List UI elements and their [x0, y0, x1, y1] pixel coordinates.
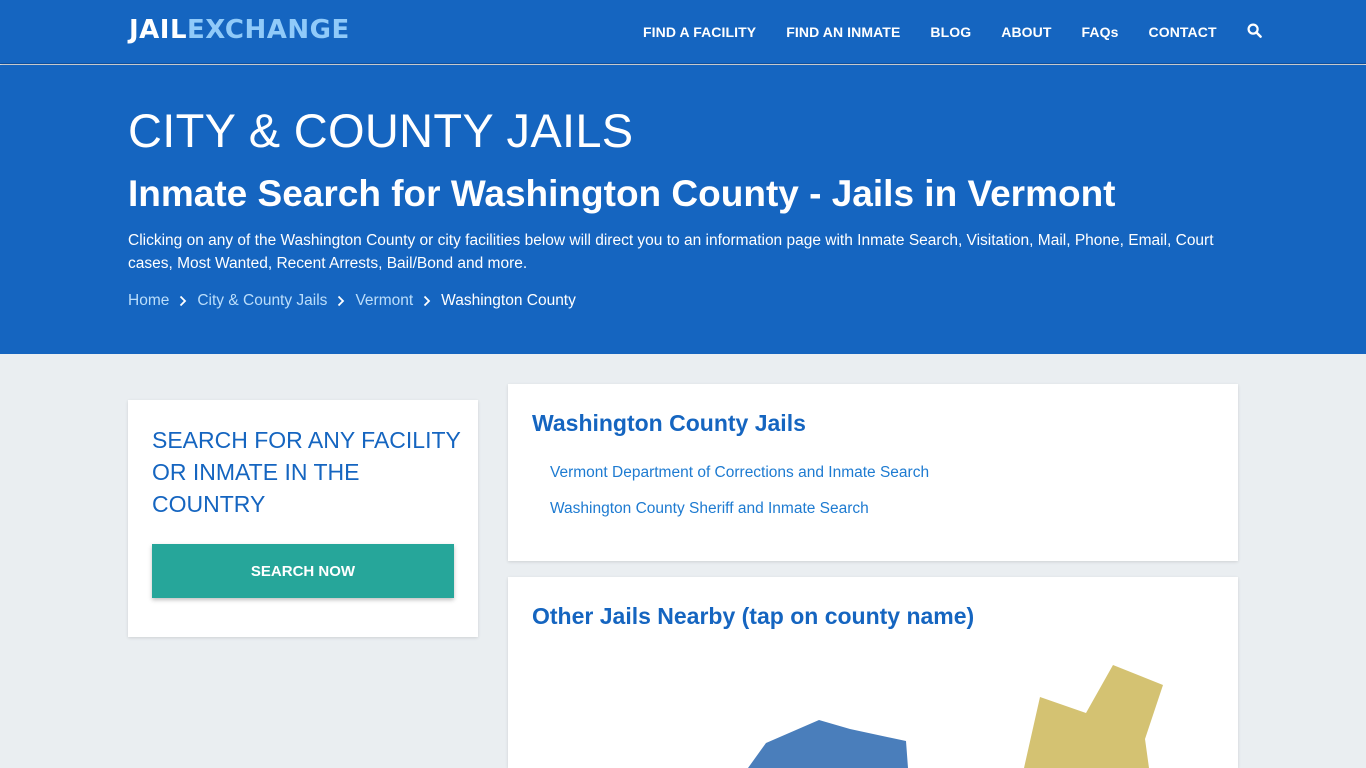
main-nav: FIND A FACILITY FIND AN INMATE BLOG ABOU…: [643, 0, 1262, 64]
top-navigation-bar: JAILEXCHANGE FIND A FACILITY FIND AN INM…: [0, 0, 1366, 64]
county-shape-yellow[interactable]: [1024, 665, 1163, 768]
nav-find-an-inmate[interactable]: FIND AN INMATE: [786, 24, 900, 40]
breadcrumb-current: Washington County: [441, 292, 576, 309]
search-promo-card: SEARCH FOR ANY FACILITY OR INMATE IN THE…: [128, 400, 478, 637]
nav-about[interactable]: ABOUT: [1001, 24, 1051, 40]
magnifier-glyph: [1247, 23, 1262, 38]
county-jails-heading: Washington County Jails: [532, 410, 806, 436]
nav-find-a-facility[interactable]: FIND A FACILITY: [643, 24, 756, 40]
site-logo[interactable]: JAILEXCHANGE: [129, 15, 350, 45]
chevron-right-icon: [179, 295, 187, 307]
page-title: CITY & COUNTY JAILS: [128, 104, 634, 157]
breadcrumb-vermont[interactable]: Vermont: [355, 292, 413, 310]
breadcrumb-city-county-jails[interactable]: City & County Jails: [197, 292, 327, 310]
search-promo-heading: SEARCH FOR ANY FACILITY OR INMATE IN THE…: [152, 427, 461, 517]
jail-link-washington-sheriff[interactable]: Washington County Sheriff and Inmate Sea…: [550, 500, 869, 518]
hero-banner: CITY & COUNTY JAILS Inmate Search for Wa…: [0, 65, 1366, 354]
county-jails-card: Washington County Jails Vermont Departme…: [508, 384, 1238, 561]
search-now-button[interactable]: SEARCH NOW: [152, 544, 454, 598]
nav-faqs[interactable]: FAQs: [1082, 24, 1119, 40]
nav-blog[interactable]: BLOG: [930, 24, 971, 40]
chevron-right-icon: [423, 295, 431, 307]
nav-contact[interactable]: CONTACT: [1149, 24, 1217, 40]
page-description: Clicking on any of the Washington County…: [128, 232, 1214, 272]
breadcrumb-home[interactable]: Home: [128, 292, 169, 310]
jail-link-vermont-doc[interactable]: Vermont Department of Corrections and In…: [550, 464, 929, 482]
search-icon[interactable]: [1247, 23, 1262, 43]
county-shape-blue[interactable]: [748, 720, 908, 768]
nearby-jails-card: Other Jails Nearby (tap on county name): [508, 577, 1238, 768]
county-map: [748, 665, 1163, 768]
logo-text-exchange: EXCHANGE: [187, 15, 350, 45]
page-subtitle: Inmate Search for Washington County - Ja…: [128, 173, 1116, 214]
logo-text-jail: JAIL: [129, 15, 188, 45]
breadcrumb: Home City & County Jails Vermont Washing…: [128, 292, 576, 310]
chevron-right-icon: [337, 295, 345, 307]
